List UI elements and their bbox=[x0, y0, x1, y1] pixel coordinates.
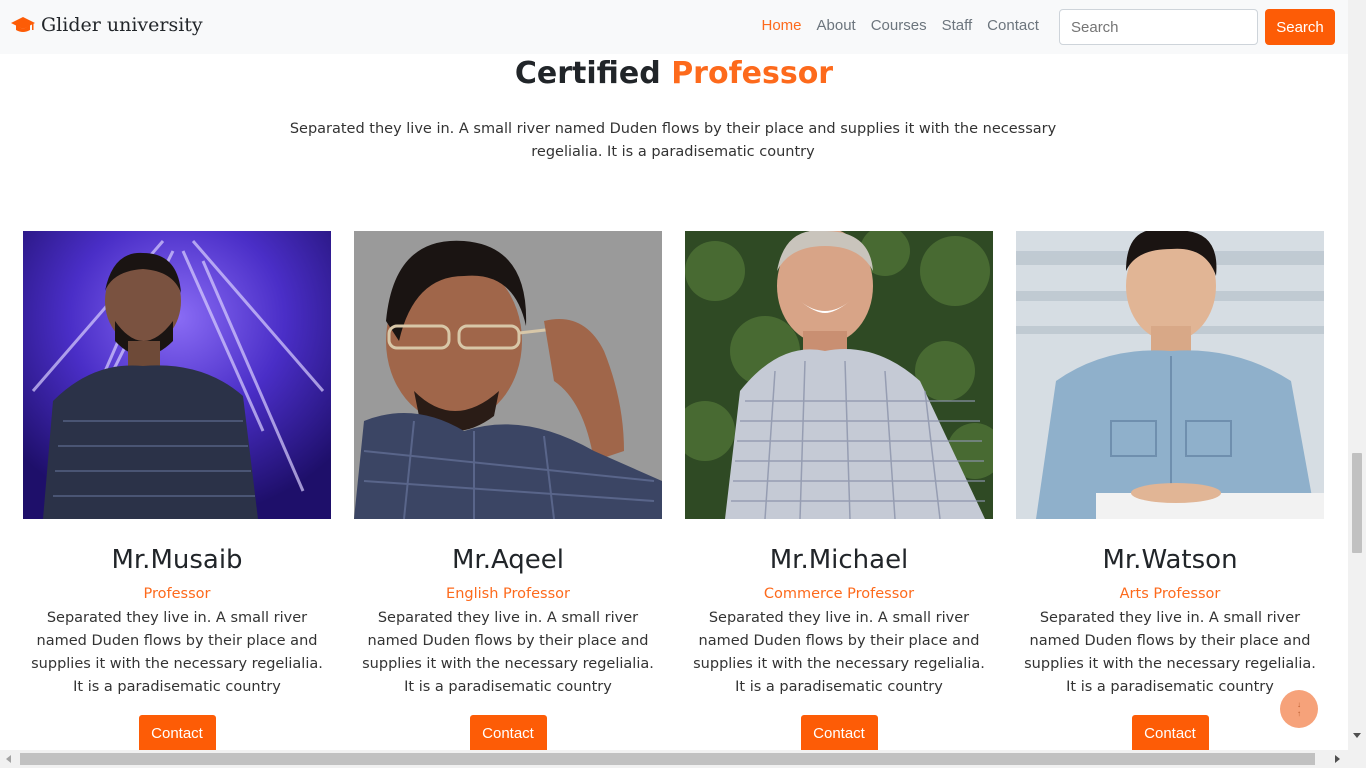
nav-link-contact[interactable]: Contact bbox=[980, 17, 1047, 34]
navbar: Glider university Home About Courses Sta… bbox=[0, 0, 1348, 54]
arrow-down-icon: ↓ bbox=[1297, 700, 1301, 709]
professor-photo bbox=[354, 231, 662, 519]
professor-bio: Separated they live in. A small river na… bbox=[693, 610, 985, 695]
professor-photo bbox=[1016, 231, 1324, 519]
professor-role: Commerce Professor bbox=[763, 586, 915, 602]
professor-photo bbox=[23, 231, 331, 519]
scroll-right-arrow-icon[interactable] bbox=[1335, 755, 1340, 763]
professor-bio: Separated they live in. A small river na… bbox=[31, 610, 323, 695]
professor-name: Mr.Michael bbox=[769, 545, 909, 575]
vertical-scroll-thumb[interactable] bbox=[1352, 453, 1362, 553]
professor-card: Mr.Aqeel English Professor Separated the… bbox=[354, 231, 662, 753]
section-title-plain: Certified bbox=[514, 56, 661, 91]
nav-link-staff[interactable]: Staff bbox=[934, 17, 980, 34]
brand[interactable]: Glider university bbox=[11, 14, 203, 36]
graduation-cap-icon bbox=[11, 17, 35, 32]
section-description: Separated they live in. A small river na… bbox=[289, 121, 1057, 160]
scroll-down-arrow-icon[interactable] bbox=[1353, 733, 1361, 738]
professor-card: Mr.Watson Arts Professor Separated they … bbox=[1016, 231, 1324, 753]
search-input[interactable] bbox=[1059, 9, 1258, 45]
nav-links: Home About Courses Staff Contact bbox=[754, 17, 1046, 34]
scroll-to-top-button[interactable]: ↓ ↑ bbox=[1280, 690, 1318, 728]
professor-bio: Separated they live in. A small river na… bbox=[1024, 610, 1316, 695]
professor-role: Arts Professor bbox=[1119, 586, 1221, 602]
scroll-left-arrow-icon[interactable] bbox=[6, 755, 11, 763]
professor-name: Mr.Watson bbox=[1102, 545, 1238, 575]
nav-link-courses[interactable]: Courses bbox=[863, 17, 934, 34]
contact-button[interactable]: Contact bbox=[1131, 715, 1209, 753]
horizontal-scrollbar[interactable] bbox=[0, 750, 1366, 768]
arrow-up-icon: ↑ bbox=[1297, 709, 1301, 718]
section-title: Certified Professor bbox=[0, 56, 1348, 91]
search-button[interactable]: Search bbox=[1265, 9, 1335, 45]
professor-role: English Professor bbox=[446, 586, 570, 602]
vertical-scrollbar[interactable] bbox=[1348, 0, 1366, 750]
professor-card: Mr.Michael Commerce Professor Separated … bbox=[685, 231, 993, 753]
professor-name: Mr.Musaib bbox=[111, 545, 243, 575]
nav-link-home[interactable]: Home bbox=[754, 17, 809, 34]
horizontal-scroll-thumb[interactable] bbox=[20, 753, 1315, 765]
nav-link-about[interactable]: About bbox=[809, 17, 863, 34]
professor-photo bbox=[685, 231, 993, 519]
professor-card: Mr.Musaib Professor Separated they live … bbox=[23, 231, 331, 753]
contact-button[interactable]: Contact bbox=[800, 715, 878, 753]
brand-name: Glider university bbox=[41, 14, 203, 36]
contact-button[interactable]: Contact bbox=[138, 715, 216, 753]
professor-name: Mr.Aqeel bbox=[451, 545, 565, 575]
professor-role: Professor bbox=[143, 586, 211, 602]
contact-button[interactable]: Contact bbox=[469, 715, 547, 753]
section-title-accent: Professor bbox=[671, 56, 834, 91]
professor-bio: Separated they live in. A small river na… bbox=[362, 610, 654, 695]
